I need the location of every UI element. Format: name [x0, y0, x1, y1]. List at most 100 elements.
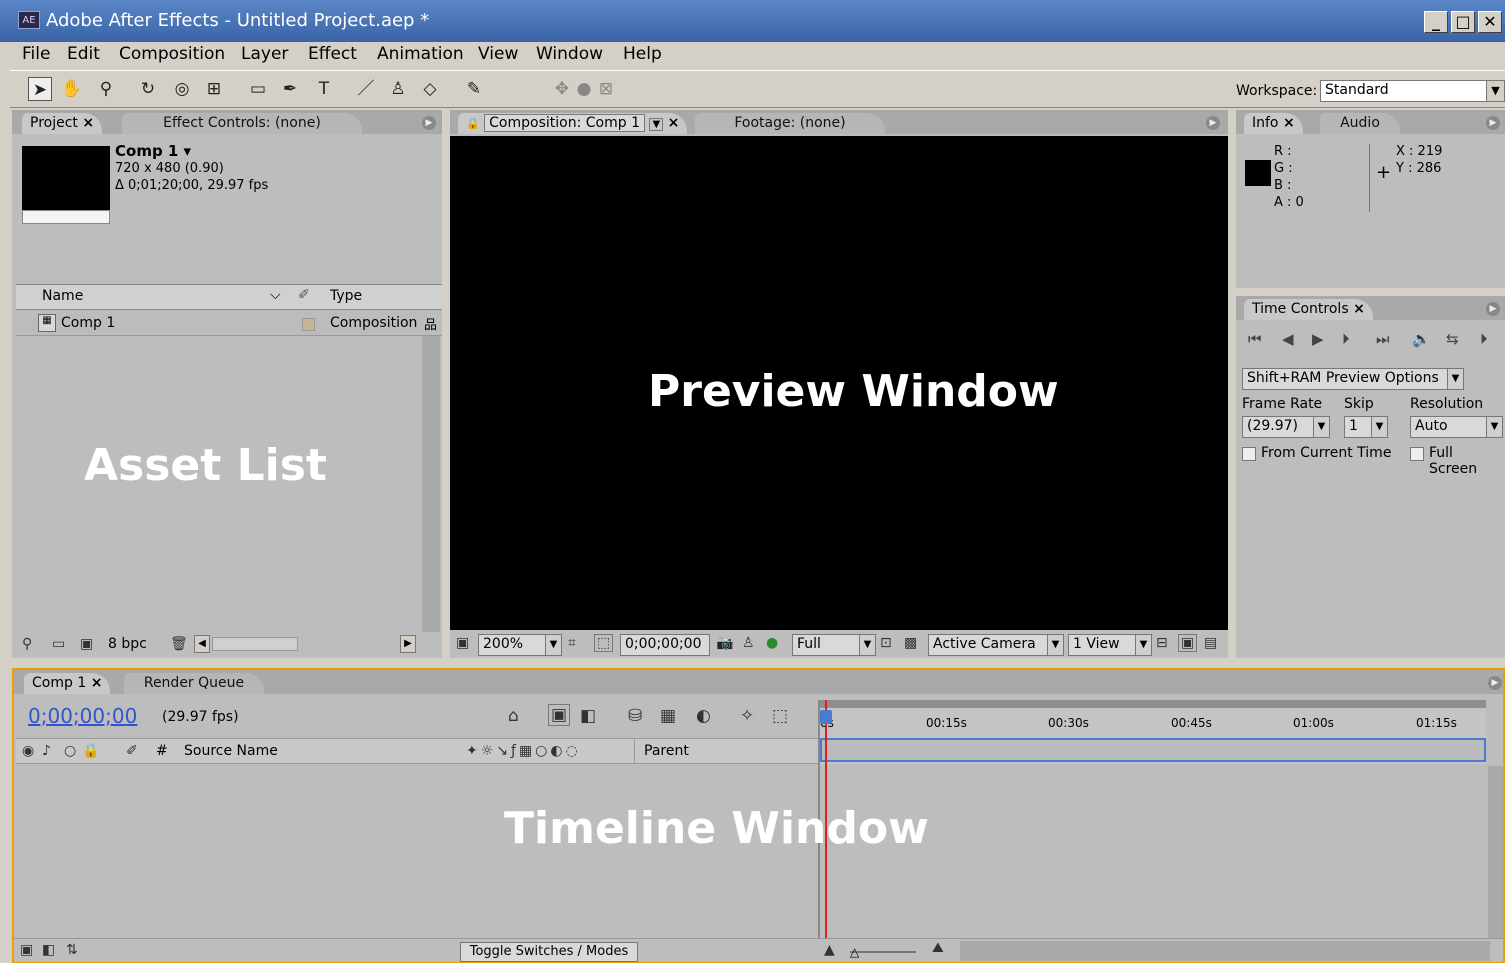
tab-render-queue[interactable]: Render Queue	[124, 673, 264, 694]
comp-mini-flowchart-icon[interactable]: ⌂	[508, 706, 519, 726]
close-icon[interactable]: ×	[668, 115, 680, 131]
solo-icon[interactable]: ○	[64, 743, 76, 759]
motion-blur-icon[interactable]: ◐	[696, 706, 711, 726]
show-snapshot-icon[interactable]: ♙	[742, 635, 755, 651]
audio-switch-icon[interactable]: ♪	[42, 743, 51, 759]
layer-switches-pane-icon[interactable]: ▣	[20, 942, 33, 958]
grid-icon[interactable]: ⌗	[568, 635, 576, 651]
region-of-interest-icon[interactable]: ⊡	[880, 635, 892, 651]
tab-project[interactable]: Project ×	[22, 113, 103, 134]
snapshot-icon[interactable]: 📷	[716, 635, 733, 651]
zoom-in-icon[interactable]: ⛰	[932, 940, 944, 956]
in-out-pane-icon[interactable]: ⇅	[66, 942, 78, 958]
close-icon[interactable]: ×	[1353, 301, 1365, 317]
zoom-select[interactable]: 200% ▼	[478, 634, 562, 656]
modes-pane-icon[interactable]: ◧	[42, 942, 55, 958]
trash-icon[interactable]: 🗑	[170, 636, 188, 652]
menu-file[interactable]: File	[22, 44, 50, 64]
menu-help[interactable]: Help	[623, 44, 662, 64]
fast-previews-icon[interactable]: ▣	[1178, 634, 1198, 652]
chevron-down-icon[interactable]: ⌵	[270, 287, 281, 303]
toggle-switches-modes-button[interactable]: Toggle Switches / Modes	[460, 942, 638, 962]
brainstorm-icon[interactable]: ✧	[740, 706, 754, 726]
zoom-tool-icon[interactable]: ⚲	[94, 77, 118, 101]
minimize-button[interactable]: _	[1424, 11, 1448, 33]
toggle-pixel-aspect-icon[interactable]: ⊟	[1156, 635, 1168, 651]
label-color-swatch[interactable]	[302, 318, 315, 331]
scrollbar[interactable]	[1488, 766, 1503, 938]
from-current-time-checkbox[interactable]	[1242, 447, 1256, 461]
menu-layer[interactable]: Layer	[241, 44, 288, 64]
audio-icon[interactable]: 🔉	[1412, 330, 1431, 348]
first-frame-icon[interactable]: ⏮	[1248, 330, 1262, 348]
resolution-select[interactable]: Full ▼	[792, 634, 876, 656]
time-navigator[interactable]	[820, 700, 1486, 708]
workspace-select[interactable]: Standard ▼	[1320, 80, 1505, 102]
panel-menu-icon[interactable]: ▶	[1488, 676, 1502, 690]
video-switch-icon[interactable]: ◉	[22, 743, 34, 759]
tab-composition[interactable]: 🔒 Composition: Comp 1 ▼ ×	[458, 113, 688, 134]
preview-options-select[interactable]: Shift+RAM Preview Options ▼	[1242, 368, 1464, 390]
tab-time-controls[interactable]: Time Controls ×	[1244, 299, 1373, 320]
maximize-button[interactable]: □	[1451, 11, 1475, 33]
zoom-out-icon[interactable]: ▲	[824, 942, 835, 958]
column-source-name[interactable]: Source Name	[184, 743, 278, 759]
puppet-pin-tool-icon[interactable]: ✎	[462, 77, 486, 101]
resolution-select[interactable]: Auto ▼	[1410, 416, 1503, 438]
flowchart-icon[interactable]: 品	[424, 314, 437, 333]
horizontal-scrollbar[interactable]	[960, 941, 1490, 961]
previous-frame-icon[interactable]: ◀	[1282, 330, 1294, 348]
play-icon[interactable]: ▶	[1312, 330, 1324, 348]
scrollbar[interactable]	[422, 336, 440, 632]
scroll-left-icon[interactable]: ◀	[194, 635, 210, 653]
bpc-label[interactable]: 8 bpc	[108, 636, 147, 652]
eraser-tool-icon[interactable]: ◇	[418, 77, 442, 101]
zoom-slider-thumb[interactable]: △	[850, 945, 859, 959]
menu-edit[interactable]: Edit	[67, 44, 100, 64]
column-parent[interactable]: Parent	[644, 743, 689, 759]
rotation-tool-icon[interactable]: ↻	[136, 77, 160, 101]
menu-view[interactable]: View	[478, 44, 518, 64]
brush-tool-icon[interactable]: ／	[354, 77, 378, 101]
close-button[interactable]: ✕	[1478, 11, 1502, 33]
text-tool-icon[interactable]: T	[312, 77, 336, 101]
pan-behind-tool-icon[interactable]: ⊞	[202, 77, 226, 101]
lock-icon[interactable]: 🔒	[82, 743, 99, 759]
last-frame-icon[interactable]: ⏭	[1376, 330, 1390, 348]
panel-menu-icon[interactable]: ▶	[1206, 116, 1220, 130]
work-area-bar[interactable]	[820, 738, 1486, 762]
menu-window[interactable]: Window	[536, 44, 603, 64]
column-type[interactable]: Type	[330, 288, 362, 304]
find-icon[interactable]: ⚲	[22, 636, 32, 652]
frame-rate-select[interactable]: (29.97) ▼	[1242, 416, 1330, 438]
close-icon[interactable]: ×	[82, 115, 94, 131]
ram-preview-icon[interactable]: ⏵	[1480, 330, 1488, 348]
transparency-grid-icon[interactable]: ▩	[904, 635, 917, 651]
close-icon[interactable]: ×	[91, 675, 103, 691]
tab-audio[interactable]: Audio	[1320, 113, 1400, 134]
view-layout-select[interactable]: 1 View ▼	[1068, 634, 1152, 656]
tab-comp-1[interactable]: Comp 1 ×	[24, 673, 111, 694]
panel-menu-icon[interactable]: ▶	[1486, 116, 1500, 130]
close-icon[interactable]: ×	[1283, 115, 1295, 131]
view-axis-icon[interactable]: ⊠	[594, 77, 618, 101]
chevron-down-icon[interactable]: ▼	[649, 118, 664, 131]
axis-mode-icon[interactable]: ✥	[550, 77, 574, 101]
selection-tool-icon[interactable]: ➤	[28, 77, 52, 101]
frame-blending-icon[interactable]: ▦	[660, 706, 676, 726]
always-preview-icon[interactable]: ▣	[456, 635, 469, 651]
new-comp-icon[interactable]: ▣	[80, 636, 93, 652]
scroll-right-icon[interactable]: ▶	[400, 635, 416, 653]
timeline-icon[interactable]: ▤	[1204, 635, 1217, 651]
list-item[interactable]: ▦ Comp 1 Composition 品	[16, 312, 442, 336]
tab-effect-controls[interactable]: Effect Controls: (none)	[122, 113, 362, 134]
tab-info[interactable]: Info ×	[1244, 113, 1303, 134]
world-axis-icon[interactable]: ●	[572, 77, 596, 101]
tab-footage[interactable]: Footage: (none)	[695, 113, 885, 134]
pen-tool-icon[interactable]: ✒	[278, 77, 302, 101]
scroll-thumb[interactable]	[212, 637, 298, 651]
live-update-icon[interactable]: ▣	[548, 704, 571, 726]
next-frame-icon[interactable]: ⏵	[1342, 330, 1350, 348]
zoom-slider[interactable]	[850, 951, 916, 953]
loop-icon[interactable]: ⇆	[1446, 330, 1459, 348]
